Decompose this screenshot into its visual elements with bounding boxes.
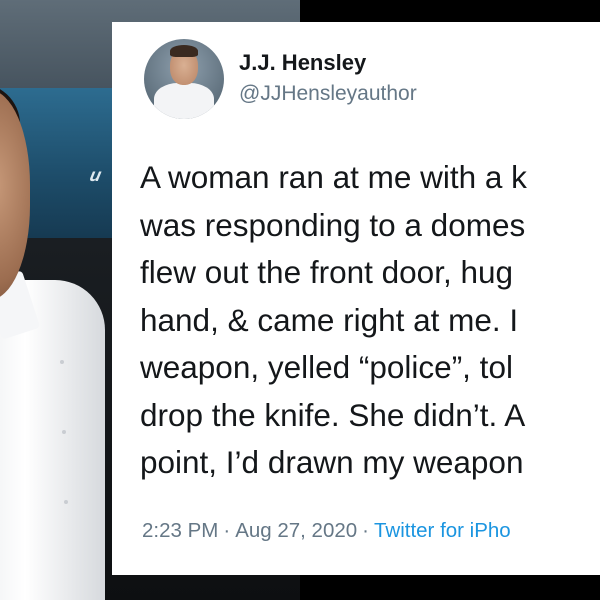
tweet-text: A woman ran at me with a k was respondin…: [140, 154, 600, 487]
tweet-text-line: was responding to a domes: [140, 206, 526, 243]
tweet-text-line: hand, & came right at me. I: [140, 301, 519, 338]
avatar-hair: [170, 45, 198, 57]
tweet-source-link[interactable]: Twitter for iPho: [374, 519, 511, 542]
author-handle[interactable]: @JJHensleyauthor: [239, 82, 417, 106]
tweet-text-line: weapon, yelled “police”, tol: [140, 349, 513, 385]
author-avatar[interactable]: [144, 39, 224, 119]
photo-shirt-button: [60, 360, 64, 364]
meta-separator: ·: [362, 519, 369, 542]
tweet-text-line: flew out the front door, hug: [140, 254, 514, 290]
avatar-shirt: [154, 83, 214, 119]
photo-shirt-button: [62, 430, 66, 434]
meta-separator: ·: [223, 519, 231, 542]
photo-shirt-button: [64, 500, 68, 504]
tweet-date[interactable]: Aug 27, 2020: [235, 519, 357, 542]
tweet-text-line: A woman ran at me with a k: [140, 159, 527, 195]
tweet-text-line: drop the knife. She didn’t. A: [140, 396, 526, 433]
tweet-meta: 2:23 PM · Aug 27, 2020 · Twitter for iPho: [142, 519, 511, 543]
tweet-text-line: point, I’d drawn my weapon: [140, 444, 524, 480]
tweet-time[interactable]: 2:23 PM: [142, 519, 218, 542]
author-name[interactable]: J.J. Hensley: [239, 50, 366, 76]
tweet-card: J.J. Hensley @JJHensleyauthor A woman ra…: [112, 22, 600, 575]
